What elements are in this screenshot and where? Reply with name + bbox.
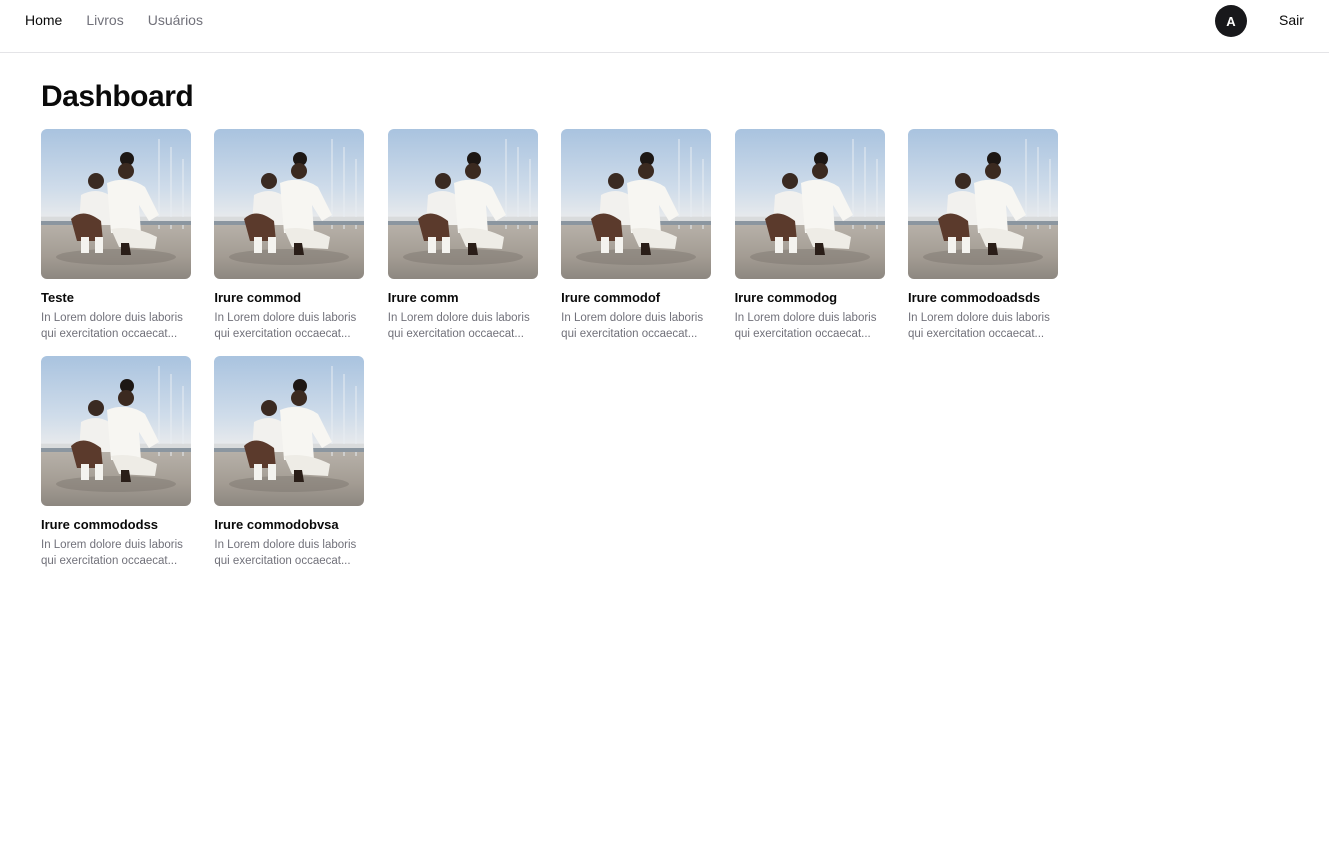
book-description: In Lorem dolore duis laboris qui exercit… — [561, 312, 704, 340]
book-card[interactable]: Irure comm In Lorem dolore duis laboris … — [387, 129, 538, 342]
book-description: In Lorem dolore duis laboris qui exercit… — [734, 312, 877, 340]
book-cover-image — [214, 356, 365, 506]
logout-button[interactable]: Sair — [1279, 12, 1304, 28]
book-description: In Lorem dolore duis laboris qui exercit… — [41, 539, 183, 567]
book-title: Irure commodoadsds — [907, 291, 1041, 305]
book-description: In Lorem dolore duis laboris qui exercit… — [41, 312, 183, 340]
book-description: In Lorem dolore duis laboris qui exercit… — [387, 312, 530, 340]
nav-link-usuarios[interactable]: Usuários — [148, 12, 203, 28]
book-title: Irure commododss — [41, 518, 159, 532]
book-card[interactable]: Irure commod In Lorem dolore duis labori… — [214, 129, 365, 342]
page-title: Dashboard — [41, 80, 194, 113]
book-cover-image — [387, 129, 538, 279]
book-description: In Lorem dolore duis laboris qui exercit… — [214, 539, 357, 567]
book-card[interactable]: Irure commodoadsds In Lorem dolore duis … — [907, 129, 1058, 342]
nav-link-home[interactable]: Home — [25, 12, 62, 28]
book-card[interactable]: Irure commodof In Lorem dolore duis labo… — [561, 129, 712, 342]
book-cover-image — [734, 129, 885, 279]
book-title: Irure commodof — [561, 291, 661, 305]
top-navbar: Home Livros Usuários A Sair — [0, 0, 1329, 53]
book-grid: Teste In Lorem dolore duis laboris qui e… — [41, 129, 1081, 569]
book-cover-image — [214, 129, 365, 279]
book-title: Irure commod — [214, 291, 302, 305]
book-title: Irure comm — [387, 291, 459, 305]
book-description: In Lorem dolore duis laboris qui exercit… — [214, 312, 357, 340]
book-card[interactable]: Irure commodobvsa In Lorem dolore duis l… — [214, 356, 365, 569]
book-title: Irure commodobvsa — [214, 518, 339, 532]
book-cover-image — [561, 129, 712, 279]
book-title: Teste — [41, 291, 74, 305]
book-description: In Lorem dolore duis laboris qui exercit… — [907, 312, 1050, 340]
book-cover-image — [41, 129, 191, 279]
book-card[interactable]: Irure commodog In Lorem dolore duis labo… — [734, 129, 885, 342]
book-title: Irure commodog — [734, 291, 838, 305]
book-card[interactable]: Teste In Lorem dolore duis laboris qui e… — [41, 129, 191, 342]
main-nav: Home Livros Usuários — [25, 12, 203, 28]
user-avatar[interactable]: A — [1215, 5, 1247, 37]
book-cover-image — [41, 356, 191, 506]
book-cover-image — [907, 129, 1058, 279]
nav-link-livros[interactable]: Livros — [86, 12, 123, 28]
book-card[interactable]: Irure commododss In Lorem dolore duis la… — [41, 356, 191, 569]
